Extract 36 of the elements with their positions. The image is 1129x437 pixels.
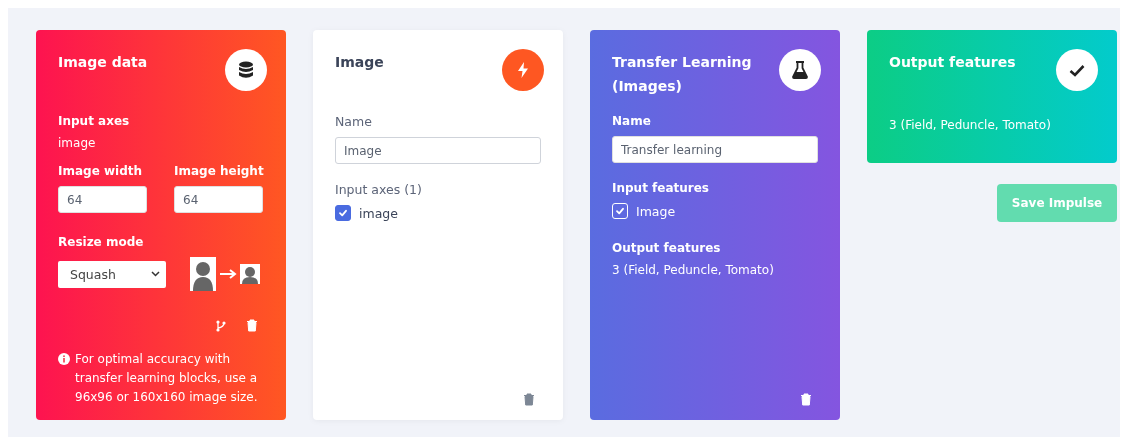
delete-icon[interactable] [523, 393, 535, 406]
field-label: Resize mode [58, 235, 145, 249]
field-value: image [58, 136, 97, 150]
field-label: Input features [612, 181, 710, 195]
info-note: For optimal accuracy with transfer learning blocks, use a 96x96 or 160x160 image size. [75, 351, 259, 406]
resize-dropdown[interactable]: Squash [58, 260, 166, 288]
database-icon [238, 61, 254, 79]
checkbox-label: image [359, 205, 398, 221]
checkmark-icon [338, 208, 348, 218]
card-title: Transfer Learning (Images) [612, 53, 753, 96]
field-label: Image height [174, 164, 264, 178]
flask-icon [792, 61, 808, 79]
input-field[interactable]: 64 [174, 186, 263, 213]
field-label: Input axes [58, 114, 131, 128]
checkbox-label: Image [636, 203, 676, 219]
branch-icon [216, 319, 226, 332]
card-title: Image data [58, 53, 149, 72]
checkmark-icon [615, 206, 625, 216]
info-icon [58, 353, 70, 365]
chevron-down-icon [151, 271, 160, 277]
field-value: 3 (Field, Peduncle, Tomato) [889, 118, 1052, 132]
field-label: Name [612, 114, 652, 128]
field-label: Output features [612, 241, 722, 255]
lightning-icon [517, 62, 529, 78]
card-title: Image [335, 53, 385, 72]
field-label: Input axes (1) [335, 182, 423, 197]
field-value: 3 (Field, Peduncle, Tomato) [612, 263, 775, 277]
checkbox[interactable] [335, 205, 351, 221]
input-field[interactable]: 64 [58, 186, 147, 213]
input-field[interactable]: Transfer learning [612, 136, 818, 163]
input-field[interactable]: Image [335, 137, 541, 164]
squash-resize-drawing [190, 257, 260, 291]
card-title: Output features [889, 53, 1017, 72]
checkmark-icon [1069, 63, 1085, 77]
field-label: Name [335, 114, 373, 129]
field-label: Image width [58, 164, 144, 178]
